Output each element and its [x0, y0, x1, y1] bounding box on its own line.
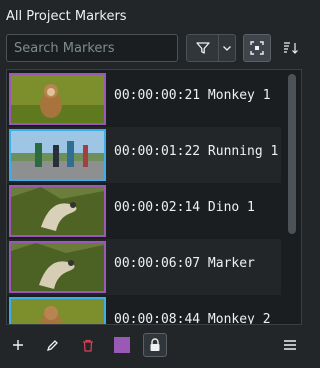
marker-row[interactable]: 00:00:08:44 Monkey 2	[7, 295, 281, 325]
marker-row[interactable]: 00:00:01:22 Running 1	[7, 127, 281, 183]
marker-row[interactable]: 00:00:06:07 Marker	[7, 239, 281, 295]
list-scrollbar[interactable]	[288, 74, 296, 234]
fit-zoom-icon[interactable]	[243, 34, 271, 62]
marker-label: 00:00:08:44 Monkey 2	[114, 312, 271, 325]
sort-icon[interactable]	[277, 34, 305, 62]
marker-row[interactable]: 00:00:00:21 Monkey 1	[7, 71, 281, 127]
plus-icon[interactable]	[6, 333, 30, 357]
search-markers-input[interactable]	[6, 34, 178, 62]
marker-thumbnail	[9, 297, 106, 324]
marker-label: 00:00:06:07 Marker	[114, 256, 255, 271]
color-swatch[interactable]	[110, 333, 134, 357]
markers-list[interactable]: 00:00:00:21 Monkey 1 00:00:01:22 Running…	[6, 69, 302, 325]
chevron-down-icon[interactable]	[219, 35, 235, 61]
marker-thumbnail	[9, 185, 106, 237]
marker-label: 00:00:00:21 Monkey 1	[114, 88, 271, 103]
funnel-icon[interactable]	[187, 35, 219, 61]
trash-icon[interactable]	[76, 333, 100, 357]
bottom-toolbar	[0, 329, 314, 361]
marker-label: 00:00:02:14 Dino 1	[114, 200, 255, 215]
marker-row[interactable]: 00:00:02:14 Dino 1	[7, 183, 281, 239]
marker-thumbnail	[9, 241, 106, 293]
panel-title: All Project Markers	[6, 9, 127, 24]
marker-thumbnail	[9, 73, 106, 125]
marker-thumbnail	[9, 129, 106, 181]
hamburger-menu-icon[interactable]	[278, 333, 302, 357]
marker-label: 00:00:01:22 Running 1	[114, 144, 279, 159]
filter-combo[interactable]	[186, 34, 236, 62]
pencil-icon[interactable]	[40, 333, 64, 357]
lock-icon[interactable]	[143, 333, 167, 357]
